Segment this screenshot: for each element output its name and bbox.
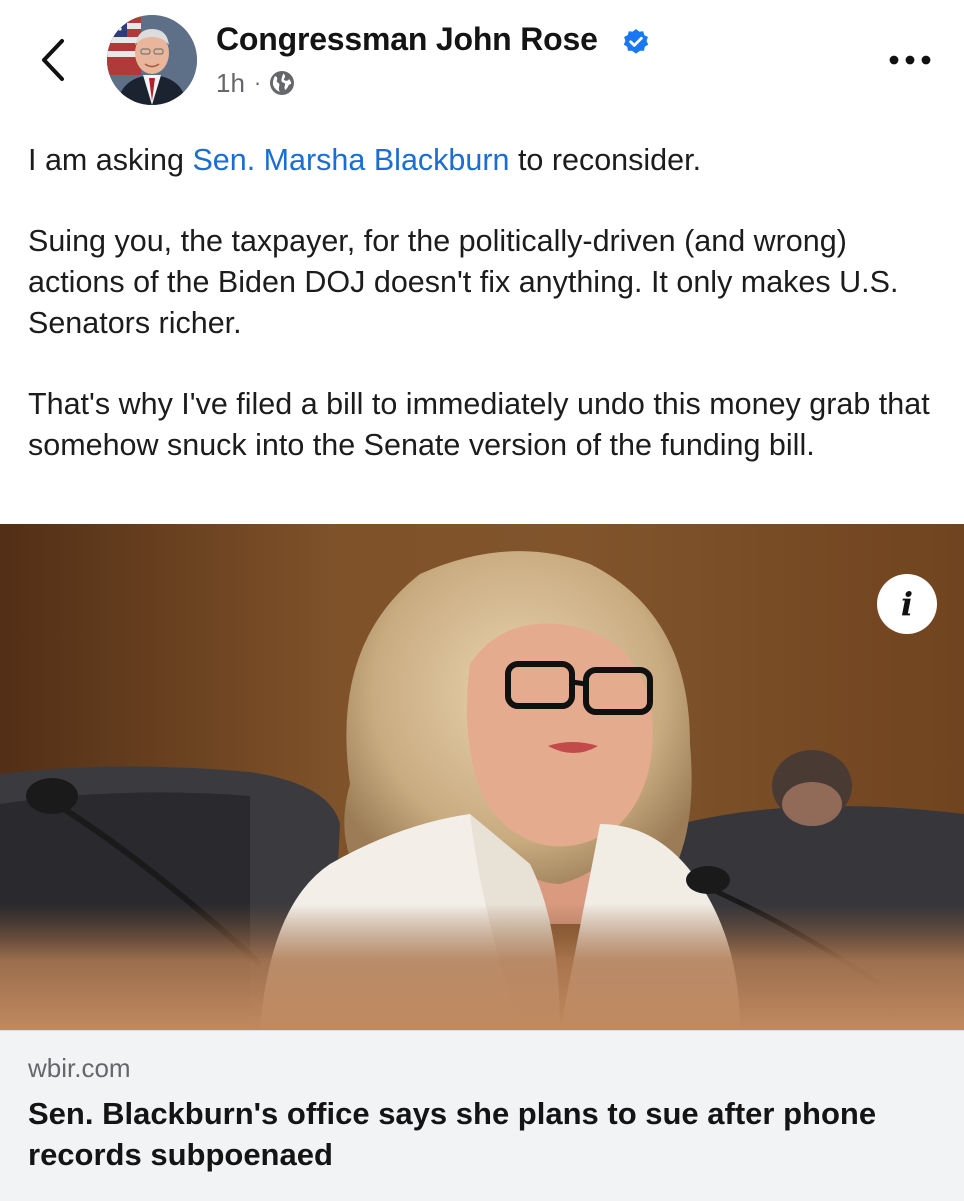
link-card-footer[interactable]: wbir.com Sen. Blackburn's office says sh… [0,1030,964,1201]
verified-badge-icon [623,29,649,54]
link-preview-card[interactable]: i wbir.com Sen. Blackburn's office says … [0,524,964,1201]
link-domain: wbir.com [28,1053,131,1083]
meta-separator: · [253,70,262,95]
profile-photo [107,15,197,105]
post-timestamp[interactable]: 1h [216,68,245,99]
author-name[interactable]: Congressman John Rose [216,21,598,58]
senator-photo [0,524,964,1030]
globe-icon[interactable] [269,70,295,96]
post-paragraph: Suing you, the taxpayer, for the politic… [28,224,899,340]
post-header: Congressman John Rose 1h · [0,0,964,120]
post-meta: 1h · [216,66,295,100]
post-paragraph: I am asking Sen. Marsha Blackburn to rec… [28,140,938,181]
link-headline[interactable]: Sen. Blackburn's office says she plans t… [28,1093,928,1175]
info-icon[interactable]: i [877,574,937,634]
post-paragraph: That's why I've filed a bill to immediat… [28,387,930,462]
post-text-segment: I am asking [28,143,193,177]
avatar[interactable] [107,15,197,105]
post-body: I am asking Sen. Marsha Blackburn to rec… [28,140,938,506]
more-options-button[interactable] [886,48,934,72]
chevron-left-icon [42,39,64,81]
more-options-icon [889,55,931,65]
article-image[interactable]: i [0,524,964,1030]
mention-link[interactable]: Sen. Marsha Blackburn [192,143,509,177]
back-button[interactable] [34,36,74,86]
post-text-segment: to reconsider. [509,143,702,177]
